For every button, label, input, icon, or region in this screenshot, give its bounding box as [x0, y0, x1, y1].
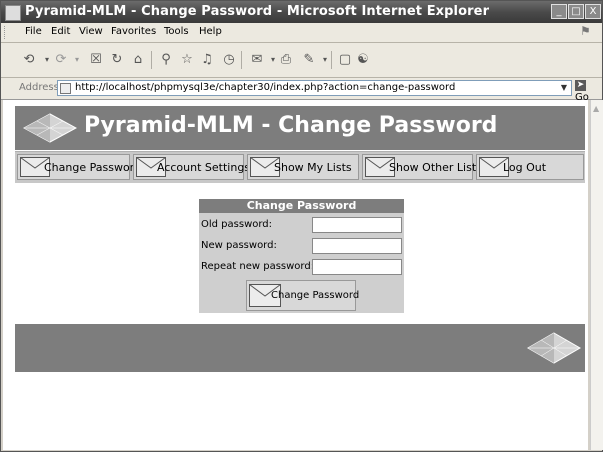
nav-label: Show My Lists — [274, 161, 352, 174]
media-icon[interactable]: ♫ — [199, 52, 215, 68]
menu-tools[interactable]: Tools — [164, 26, 189, 37]
maximize-button[interactable]: □ — [568, 4, 584, 19]
menu-help[interactable]: Help — [199, 26, 222, 37]
home-icon[interactable]: ⌂ — [130, 52, 146, 68]
scroll-up-icon[interactable]: ▲ — [593, 104, 599, 113]
refresh-icon[interactable]: ↻ — [109, 52, 125, 68]
pyramid-logo-icon — [23, 113, 77, 143]
pyramid-logo-icon — [527, 332, 581, 364]
history-icon[interactable]: ◷ — [221, 52, 237, 68]
page-header: Pyramid-MLM - Change Password — [15, 106, 585, 150]
new-password-label: New password: — [201, 240, 277, 251]
menu-view[interactable]: View — [79, 26, 103, 37]
form-header: Change Password — [199, 199, 404, 213]
favorites-icon[interactable]: ☆ — [179, 52, 195, 68]
new-password-field[interactable] — [312, 238, 402, 254]
go-arrow-icon: ➤ — [575, 80, 586, 91]
menu-bar: File Edit View Favorites Tools Help ⚑ — [1, 23, 602, 43]
search-icon[interactable]: ⚲ — [158, 52, 174, 68]
repeat-password-label: Repeat new password: — [201, 261, 315, 272]
change-password-form: Change Password Old password: New passwo… — [199, 199, 404, 313]
menu-edit[interactable]: Edit — [51, 26, 70, 37]
repeat-password-field[interactable] — [312, 259, 402, 275]
mail-icon[interactable]: ✉ — [249, 52, 265, 68]
page-icon — [60, 83, 71, 94]
window-title: Pyramid-MLM - Change Password - Microsof… — [25, 4, 490, 19]
address-bar: Address http://localhost/phpmysql3e/chap… — [1, 78, 603, 103]
page-footer — [15, 324, 585, 372]
nav-label: Change Password — [44, 161, 141, 174]
submit-label: Change Password — [271, 290, 360, 301]
old-password-field[interactable] — [312, 217, 402, 233]
messenger-icon[interactable]: ☯ — [355, 52, 371, 68]
discuss-icon[interactable]: ▢ — [337, 52, 353, 68]
address-dropdown-icon[interactable]: ▼ — [558, 82, 570, 94]
windows-logo-icon: ⚑ — [580, 24, 591, 38]
toolbar-separator — [151, 51, 152, 69]
vertical-scrollbar[interactable]: ▲ — [590, 100, 603, 450]
page-viewport: Pyramid-MLM - Change Password Change Pas… — [3, 100, 588, 450]
nav-show-my-lists[interactable]: Show My Lists — [247, 154, 359, 180]
nav-show-other-lists[interactable]: Show Other Lists — [362, 154, 482, 180]
edit-icon[interactable]: ✎ — [301, 52, 317, 68]
old-password-label: Old password: — [201, 219, 273, 230]
page-title: Pyramid-MLM - Change Password — [84, 113, 498, 138]
nav-account-settings[interactable]: Account Settings — [133, 154, 250, 180]
nav-log-out[interactable]: Log Out — [476, 154, 584, 180]
nav-label: Account Settings — [157, 161, 251, 174]
back-icon[interactable]: ⟲ — [21, 52, 37, 68]
print-icon[interactable]: ⎙ — [278, 52, 294, 68]
change-password-button[interactable]: Change Password — [246, 280, 360, 311]
toolbar-separator — [241, 51, 242, 69]
toolbar-separator — [331, 51, 332, 69]
nav-label: Show Other Lists — [389, 161, 482, 174]
menu-favorites[interactable]: Favorites — [111, 26, 156, 37]
address-url: http://localhost/phpmysql3e/chapter30/in… — [75, 82, 456, 93]
title-bar: Pyramid-MLM - Change Password - Microsof… — [1, 1, 602, 23]
menu-grip — [4, 26, 7, 39]
forward-icon[interactable]: ⟳ — [53, 52, 69, 68]
nav-label: Log Out — [503, 161, 547, 174]
menu-file[interactable]: File — [25, 26, 42, 37]
browser-window: Pyramid-MLM - Change Password - Microsof… — [0, 0, 603, 452]
stop-icon[interactable]: ☒ — [88, 52, 104, 68]
go-button[interactable]: ➤ Go — [575, 80, 603, 103]
address-label: Address — [19, 82, 59, 93]
close-button[interactable]: X — [585, 4, 601, 19]
main-nav: Change Password Account Settings Show My… — [15, 151, 585, 183]
standard-toolbar: ⟲ ▾ ⟳ ▾ ☒ ↻ ⌂ ⚲ ☆ ♫ ◷ ✉ ▾ ⎙ ✎ ▾ ▢ ☯ — [1, 43, 602, 78]
minimize-button[interactable]: _ — [551, 4, 567, 19]
nav-change-password[interactable]: Change Password — [17, 154, 141, 180]
forward-dropdown-icon[interactable]: ▾ — [69, 52, 85, 68]
ie-icon — [5, 5, 21, 21]
address-input[interactable]: http://localhost/phpmysql3e/chapter30/in… — [57, 80, 572, 96]
